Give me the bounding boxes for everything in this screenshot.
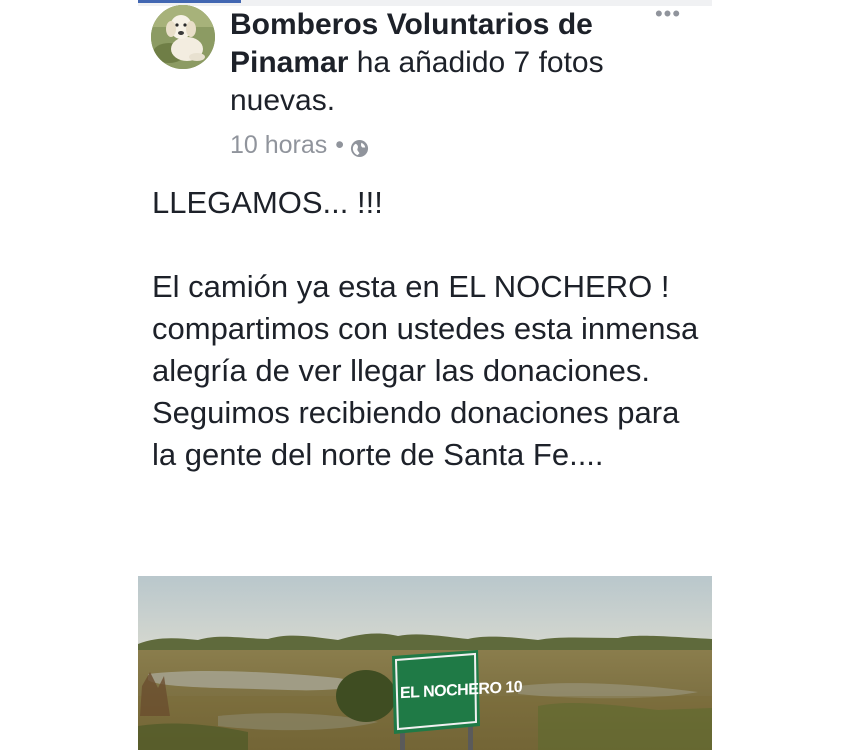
dog-avatar-icon <box>151 5 215 69</box>
screenshot-canvas: Bomberos Voluntarios de Pinamar ha añadi… <box>0 0 850 750</box>
more-options-button[interactable]: ••• <box>648 3 688 28</box>
globe-icon[interactable] <box>350 136 369 157</box>
landscape-photo <box>138 576 712 750</box>
facebook-post: Bomberos Voluntarios de Pinamar ha añadi… <box>138 0 712 750</box>
post-message: LLEGAMOS... !!! El camión ya esta en EL … <box>152 182 707 476</box>
post-photo[interactable] <box>138 576 712 750</box>
message-paragraph-1: El camión ya esta en EL NOCHERO ! compar… <box>152 269 699 388</box>
post-timestamp[interactable]: 10 horas <box>230 131 327 160</box>
message-paragraph-2: Seguimos recibiendo donaciones para la g… <box>152 395 680 472</box>
author-avatar[interactable] <box>151 5 215 69</box>
post-meta: 10 horas • <box>230 128 369 162</box>
top-accent-bar <box>138 0 241 3</box>
message-line-1: LLEGAMOS... !!! <box>152 185 383 220</box>
post-header: Bomberos Voluntarios de Pinamar ha añadi… <box>230 6 650 120</box>
meta-separator: • <box>335 130 345 159</box>
